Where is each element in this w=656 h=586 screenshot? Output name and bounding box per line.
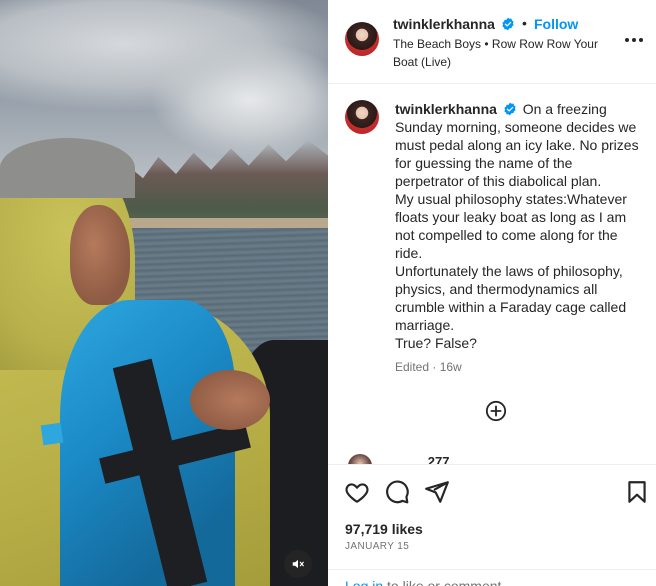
post-caption: twinklerkhanna On a freezing Sunday morn… <box>395 100 640 352</box>
post-header: twinklerkhanna • Follow The Beach Boys •… <box>328 0 656 84</box>
jacket-logo <box>40 422 64 446</box>
login-rest: to like or comment. <box>383 578 506 586</box>
person-face <box>70 205 130 305</box>
action-bar: 97,719 likes JANUARY 15 Log in to like o… <box>328 464 656 586</box>
login-link[interactable]: Log in <box>345 578 383 586</box>
add-circle-icon[interactable] <box>485 400 507 422</box>
more-options-icon[interactable] <box>620 30 648 50</box>
comment-peek-text: ...... ... 277 ...... . <box>388 454 482 464</box>
likes-count[interactable]: 97,719 likes <box>345 521 423 537</box>
caption-line: My usual philosophy states:Whatever floa… <box>395 191 627 261</box>
avatar[interactable] <box>345 22 379 56</box>
mute-button[interactable] <box>284 550 312 578</box>
username-link[interactable]: twinklerkhanna <box>393 16 495 32</box>
post-panel: twinklerkhanna • Follow The Beach Boys •… <box>328 0 656 586</box>
person-hand <box>190 370 270 430</box>
sky-cloud <box>150 40 328 160</box>
verified-badge-icon <box>504 102 516 116</box>
bookmark-icon[interactable] <box>624 479 650 505</box>
verified-badge-icon <box>502 17 514 31</box>
post-date: JANUARY 15 <box>345 541 410 552</box>
follow-button[interactable]: Follow <box>534 16 578 32</box>
caption-line: True? False? <box>395 335 477 351</box>
share-icon[interactable] <box>424 479 450 505</box>
edited-timestamp: Edited · 16w <box>395 360 462 374</box>
comment-icon[interactable] <box>384 479 410 505</box>
audio-link[interactable]: The Beach Boys • Row Row Row Your Boat (… <box>393 35 603 71</box>
hood-rim <box>0 138 135 198</box>
login-prompt: Log in to like or comment. <box>345 578 505 586</box>
caption-avatar[interactable] <box>345 100 379 134</box>
caption-username[interactable]: twinklerkhanna <box>395 101 497 117</box>
post-media[interactable] <box>0 0 328 586</box>
login-bar: Log in to like or comment. <box>328 569 656 586</box>
speaker-muted-icon <box>292 559 304 569</box>
separator-dot: • <box>522 15 527 31</box>
caption-line: Unfortunately the laws of philosophy, ph… <box>395 263 627 333</box>
comment-avatar <box>348 454 372 464</box>
comment-peek: ...... ... 277 ...... . <box>348 452 648 464</box>
heart-icon[interactable] <box>344 479 370 505</box>
